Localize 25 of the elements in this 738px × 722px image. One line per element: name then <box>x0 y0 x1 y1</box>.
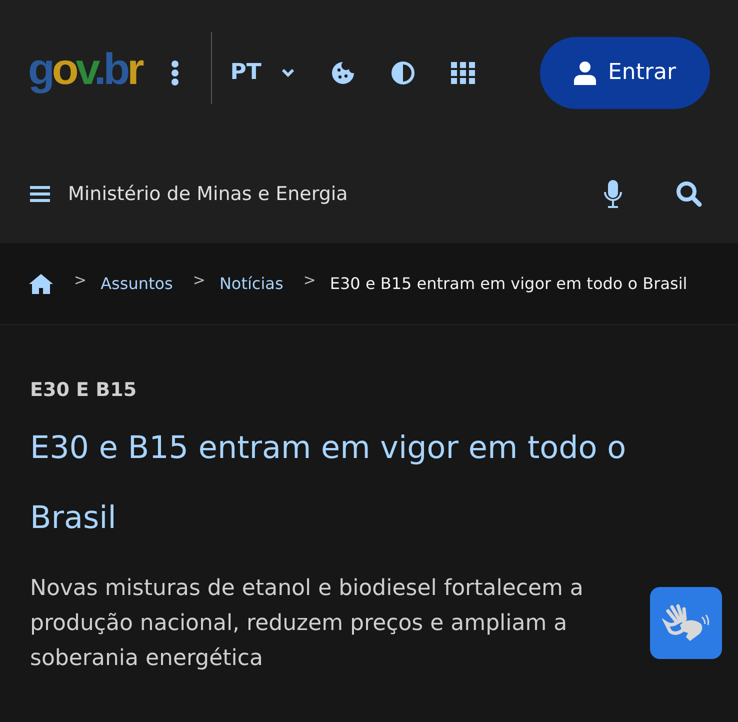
login-button[interactable]: Entrar <box>540 36 710 108</box>
language-selector[interactable]: PT <box>230 60 262 85</box>
contrast-icon[interactable] <box>391 60 416 84</box>
article-subtitle: Novas misturas de etanol e biodiesel fortalecem a produção nacional, reduzem preços e ampliam a soberania energética <box>30 575 584 673</box>
breadcrumb-link[interactable]: Notícias <box>219 274 284 293</box>
chevron-down-icon[interactable] <box>281 68 296 78</box>
menu-icon[interactable] <box>30 186 50 202</box>
category-tag: E30 E B15 <box>30 379 708 401</box>
breadcrumb-link[interactable]: Assuntos <box>100 274 173 293</box>
cookie-icon[interactable] <box>331 60 356 84</box>
breadcrumb-separator: > <box>192 270 206 288</box>
search-icon[interactable] <box>676 181 702 207</box>
breadcrumb-current: E30 e B15 entram em vigor em todo o Brasil <box>330 274 688 293</box>
more-options-icon[interactable] <box>171 60 180 86</box>
article-title: E30 e B15 entram em vigor em todo o Brasil <box>30 429 628 538</box>
user-icon <box>574 60 596 84</box>
home-icon[interactable] <box>28 272 54 294</box>
apps-grid-icon[interactable] <box>451 60 476 84</box>
breadcrumb-separator: > <box>303 270 316 288</box>
microphone-icon[interactable] <box>604 180 622 208</box>
hands-icon <box>662 603 710 643</box>
gov-br-logo[interactable]: gov.br <box>28 48 142 92</box>
site-name[interactable]: Ministério de Minas e Energia <box>68 183 348 205</box>
sign-language-button[interactable] <box>650 587 722 659</box>
breadcrumb-separator: > <box>74 270 87 288</box>
